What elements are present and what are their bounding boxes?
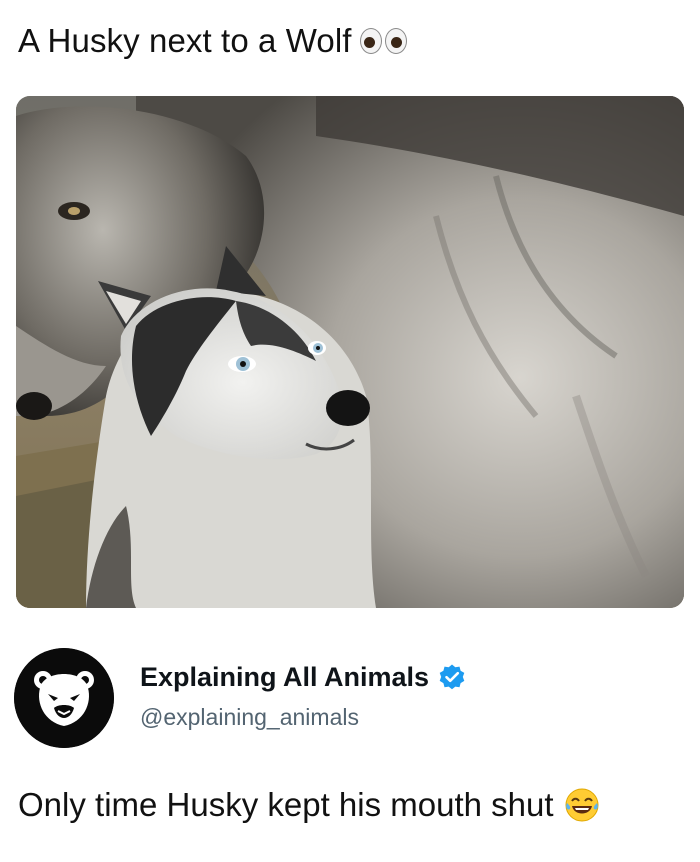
user-handle[interactable]: @explaining_animals [140, 704, 359, 731]
husky-and-wolf-image [16, 96, 684, 608]
tweet-card[interactable]: Explaining All Animals @explaining_anima… [0, 618, 700, 768]
verified-badge-icon [437, 663, 467, 693]
tears-of-joy-emoji-icon [564, 787, 600, 823]
right-eye [384, 28, 407, 54]
top-caption: A Husky next to a Wolf [18, 22, 407, 60]
post-photo[interactable] [16, 96, 684, 608]
bottom-caption: Only time Husky kept his mouth shut [18, 786, 600, 824]
display-name[interactable]: Explaining All Animals [140, 662, 467, 693]
display-name-text[interactable]: Explaining All Animals [140, 662, 429, 693]
top-caption-text: A Husky next to a Wolf [18, 22, 352, 59]
bottom-caption-text: Only time Husky kept his mouth shut [18, 786, 554, 823]
eyes-emoji-icon [359, 28, 407, 54]
left-eye [359, 28, 382, 54]
bear-face-icon[interactable] [14, 648, 114, 748]
